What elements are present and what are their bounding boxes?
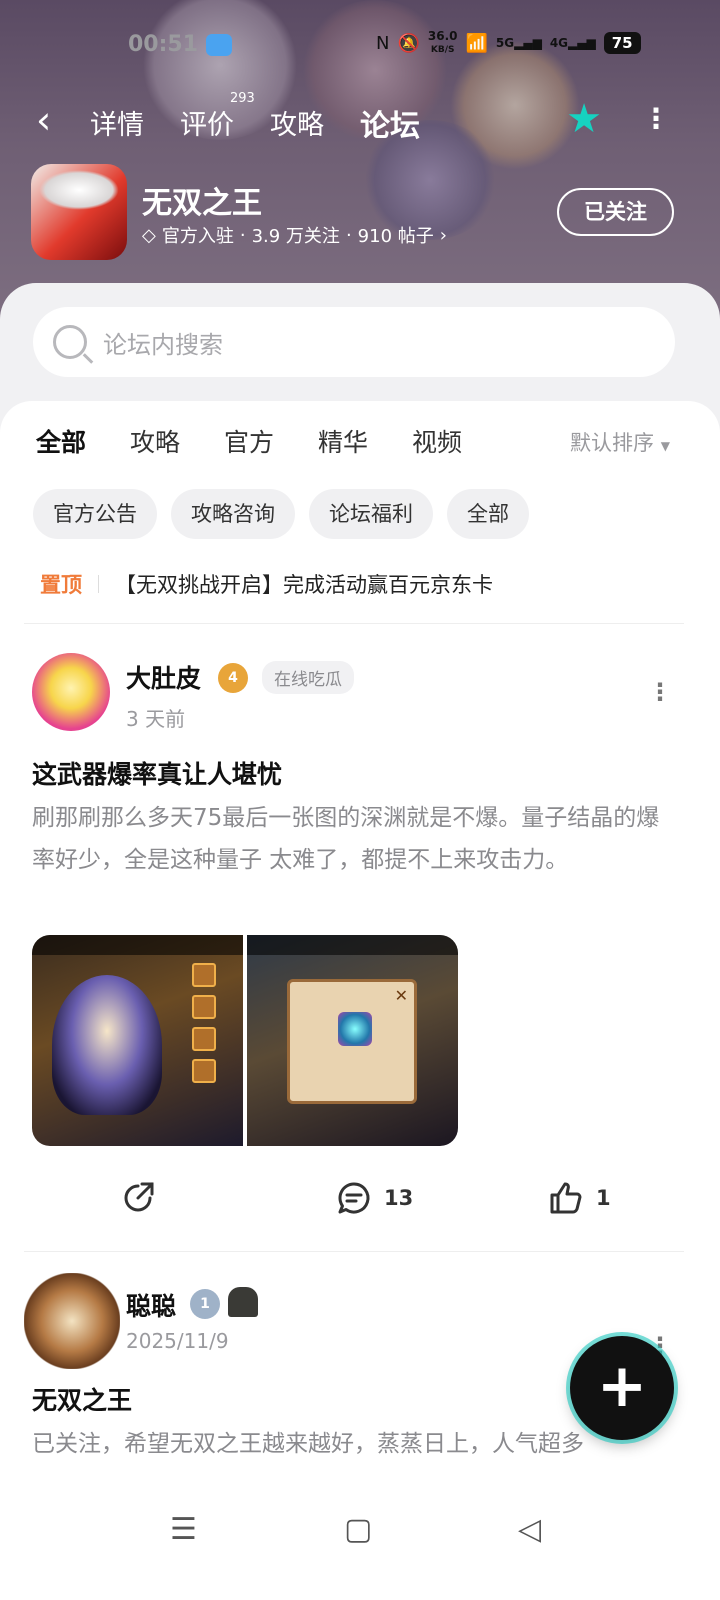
new-post-button[interactable]: +: [570, 1336, 674, 1440]
separator-dot: ·: [345, 224, 352, 246]
post-images: ✕: [32, 935, 458, 1146]
share-button[interactable]: [120, 1180, 156, 1216]
tab-reviews[interactable]: 评价 293: [180, 91, 255, 142]
network-speed: 36.0 KB/S: [428, 30, 458, 56]
review-count: 293: [230, 91, 255, 106]
tab-label: 详情: [90, 110, 144, 141]
forum-tab-official[interactable]: 官方: [224, 423, 274, 459]
avatar[interactable]: [32, 653, 110, 731]
chevron-right-icon: ›: [439, 224, 447, 246]
signal-label-2: 4G: [549, 36, 569, 50]
forum-tab-guides[interactable]: 攻略: [130, 423, 180, 459]
battery-indicator: 75: [603, 32, 641, 54]
separator-dot: ·: [239, 224, 246, 246]
post-title[interactable]: 这武器爆率真让人堪忧: [32, 755, 282, 791]
sort-dropdown[interactable]: 默认排序 ▼: [570, 427, 670, 457]
close-icon: ✕: [394, 986, 408, 1005]
game-app-icon[interactable]: [31, 164, 127, 260]
search-icon: [53, 325, 87, 359]
back-icon[interactable]: ‹: [36, 101, 68, 141]
search-input[interactable]: 论坛内搜索: [33, 307, 675, 377]
level-badge: 4: [218, 663, 248, 693]
more-vertical-icon[interactable]: ⋮: [642, 101, 670, 141]
forum-tab-video[interactable]: 视频: [412, 423, 462, 459]
tab-label: 全部: [36, 428, 87, 457]
pinned-tag: 置顶: [40, 573, 82, 597]
divider: [98, 575, 99, 593]
avatar[interactable]: [24, 1273, 120, 1369]
official-label: 官方入驻: [161, 226, 234, 247]
tab-label: 评价: [180, 110, 234, 141]
forum-tab-featured[interactable]: 精华: [318, 423, 368, 459]
post-image[interactable]: [32, 935, 243, 1146]
tab-label: 攻略: [270, 110, 324, 141]
posts-count: 910 帖子: [357, 226, 434, 247]
system-nav-bar: ☰ ▢ ◁: [0, 1484, 720, 1600]
divider: [24, 623, 684, 624]
mute-bell-icon: 🔕: [397, 32, 420, 54]
home-square-icon[interactable]: ▢: [344, 1512, 372, 1547]
like-button[interactable]: 1: [548, 1180, 611, 1216]
post-time: 2025/11/9: [126, 1329, 229, 1353]
post-username[interactable]: 大肚皮: [126, 659, 201, 695]
level-badge: 1: [190, 1289, 220, 1319]
chip-forum-welfare[interactable]: 论坛福利: [309, 489, 433, 539]
chip-guide-questions[interactable]: 攻略咨询: [171, 489, 295, 539]
caret-down-icon: ▼: [660, 439, 670, 453]
diamond-icon: ◇: [142, 224, 156, 246]
sort-label: 默认排序: [570, 431, 654, 455]
plus-icon: +: [596, 1351, 648, 1421]
wifi-icon: 📶: [465, 32, 488, 54]
comment-count: 13: [384, 1186, 414, 1210]
thumbs-up-icon: [550, 1182, 582, 1214]
weather-icon: [206, 34, 232, 56]
signal-icon: 4G▂▄▆: [549, 36, 596, 50]
share-icon: [124, 1182, 154, 1212]
tab-label: 论坛: [360, 109, 420, 144]
pinned-title: 【无双挑战开启】完成活动赢百元京东卡: [115, 573, 493, 597]
category-chips: 官方公告 攻略咨询 论坛福利 全部: [33, 489, 529, 539]
comment-button[interactable]: 13: [336, 1180, 413, 1216]
signal-icon: 5G▂▄▆: [495, 36, 542, 50]
like-count: 1: [596, 1186, 611, 1210]
comment-icon: [338, 1182, 370, 1214]
followers-count: 3.9 万关注: [251, 226, 340, 247]
post-body[interactable]: 已关注，希望无双之王越来越好，蒸蒸日上，人气超多: [32, 1423, 682, 1463]
post-time: 3 天前: [126, 707, 186, 731]
back-triangle-icon[interactable]: ◁: [518, 1512, 541, 1547]
network-speed-value: 36.0: [427, 29, 458, 43]
top-nav: ‹ 详情 评价 293 攻略 论坛 ★ ⋮: [0, 91, 720, 151]
chip-all[interactable]: 全部: [447, 489, 529, 539]
chip-announcements[interactable]: 官方公告: [33, 489, 157, 539]
pinned-post[interactable]: 置顶 【无双挑战开启】完成活动赢百元京东卡: [40, 569, 493, 599]
network-speed-unit: KB/S: [430, 45, 455, 55]
more-vertical-icon[interactable]: ⋮: [648, 680, 672, 704]
post-image[interactable]: ✕: [247, 935, 458, 1146]
quantum-gem-icon: [338, 1012, 372, 1046]
star-icon[interactable]: ★: [562, 97, 606, 141]
tab-forum[interactable]: 论坛: [360, 101, 420, 147]
hat-badge-icon: [228, 1287, 258, 1317]
post-title[interactable]: 无双之王: [32, 1381, 132, 1417]
post-body[interactable]: 刷那刷那么多天75最后一张图的深渊就是不爆。量子结晶的爆率好少，全是这种量子 太…: [32, 797, 682, 881]
game-title: 无双之王: [142, 186, 262, 221]
search-placeholder: 论坛内搜索: [103, 330, 223, 359]
post-actions: 13 1: [0, 1180, 720, 1230]
divider: [24, 1251, 684, 1252]
game-stats[interactable]: ◇ 官方入驻 · 3.9 万关注 · 910 帖子 ›: [142, 222, 447, 248]
tab-details[interactable]: 详情: [90, 103, 144, 142]
item-popup: ✕: [287, 979, 417, 1104]
nfc-icon: N: [376, 32, 390, 54]
menu-icon[interactable]: ☰: [170, 1512, 197, 1547]
forum-tab-all[interactable]: 全部: [36, 423, 87, 459]
signal-label-1: 5G: [495, 36, 515, 50]
follow-button[interactable]: 已关注: [557, 188, 674, 236]
forum-tabs: 全部 攻略 官方 精华 视频 默认排序 ▼: [0, 423, 720, 467]
tab-guides[interactable]: 攻略: [270, 103, 324, 142]
status-bar: 00:51 N 🔕 36.0 KB/S 📶 5G▂▄▆ 4G▂▄▆ 75: [0, 28, 720, 64]
post-username[interactable]: 聪聪: [126, 1287, 176, 1323]
status-time: 00:51: [128, 32, 199, 57]
game-character-figure: [52, 975, 162, 1115]
user-title-badge: 在线吃瓜: [262, 661, 354, 694]
